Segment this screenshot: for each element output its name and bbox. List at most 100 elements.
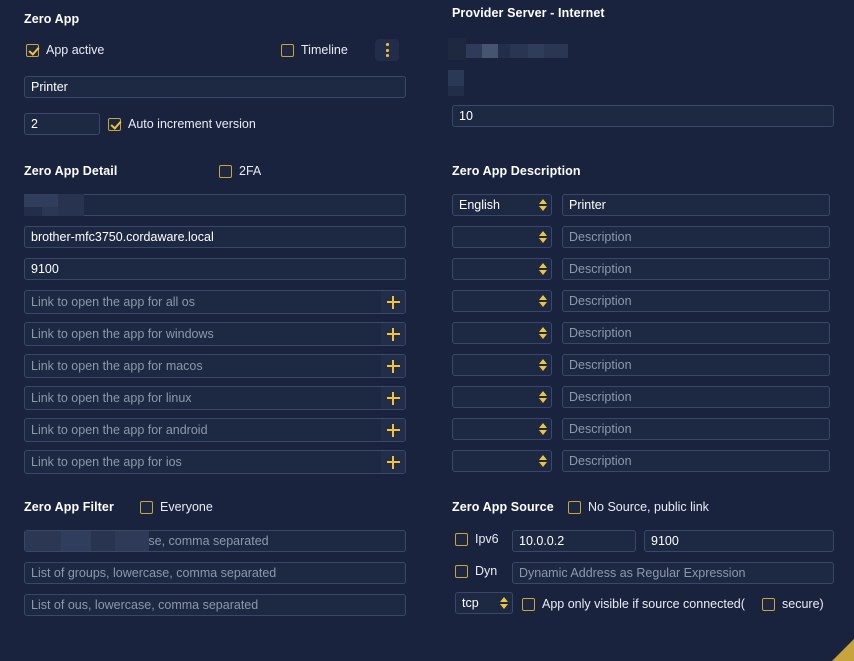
everyone-label: Everyone xyxy=(160,500,213,514)
spinner-arrows-icon[interactable] xyxy=(535,419,551,439)
auto-increment-checkbox[interactable] xyxy=(108,117,121,131)
description-text-input[interactable] xyxy=(562,290,830,312)
plus-icon[interactable] xyxy=(381,323,405,345)
chevron-up-icon xyxy=(539,199,547,204)
detail-port-input[interactable] xyxy=(24,258,406,280)
app-link-row xyxy=(24,322,406,346)
spinner-arrows-icon[interactable] xyxy=(496,593,512,613)
redaction-overlay xyxy=(24,194,84,216)
description-language-value: English xyxy=(459,198,500,212)
description-language-select[interactable] xyxy=(452,258,552,280)
spinner-arrows-icon[interactable] xyxy=(535,227,551,247)
spinner-arrows-icon[interactable] xyxy=(535,355,551,375)
dynamic-address-input[interactable] xyxy=(512,562,834,584)
spinner-arrows-icon[interactable] xyxy=(535,291,551,311)
description-language-select[interactable] xyxy=(452,322,552,344)
dyn-checkbox[interactable] xyxy=(455,564,468,578)
app-link-input[interactable] xyxy=(24,290,406,314)
spinner-arrows-icon[interactable] xyxy=(535,195,551,215)
description-language-select[interactable] xyxy=(452,290,552,312)
spinner-arrows-icon[interactable] xyxy=(535,387,551,407)
only-visible-checkbox[interactable] xyxy=(522,597,535,611)
source-port-input[interactable] xyxy=(644,530,834,552)
everyone-checkbox[interactable] xyxy=(140,500,153,514)
description-row xyxy=(452,226,834,248)
ipv6-checkbox[interactable] xyxy=(455,532,468,546)
app-version-input[interactable] xyxy=(24,113,100,135)
description-text-input[interactable] xyxy=(562,194,830,216)
app-name-input[interactable] xyxy=(24,76,406,98)
chevron-down-icon xyxy=(539,430,547,435)
secure-checkbox[interactable] xyxy=(762,597,775,611)
app-link-row xyxy=(24,386,406,410)
spinner-arrows-icon[interactable] xyxy=(535,323,551,343)
app-link-list xyxy=(24,290,406,482)
description-language-select[interactable] xyxy=(452,226,552,248)
secure-checkbox-row[interactable]: secure) xyxy=(762,597,824,611)
everyone-checkbox-row[interactable]: Everyone xyxy=(140,500,213,514)
app-link-input[interactable] xyxy=(24,418,406,442)
description-row xyxy=(452,322,834,344)
description-text-input[interactable] xyxy=(562,226,830,248)
description-text-input[interactable] xyxy=(562,322,830,344)
kebab-menu-icon[interactable] xyxy=(375,39,399,61)
ipv6-checkbox-row[interactable]: Ipv6 xyxy=(455,532,499,546)
app-link-row xyxy=(24,354,406,378)
description-language-select[interactable] xyxy=(452,418,552,440)
description-language-select[interactable] xyxy=(452,450,552,472)
twofa-checkbox[interactable] xyxy=(219,164,232,178)
auto-increment-checkbox-row[interactable]: Auto increment version xyxy=(108,117,256,131)
description-text-input[interactable] xyxy=(562,354,830,376)
protocol-select[interactable]: tcp xyxy=(455,592,513,614)
no-source-checkbox[interactable] xyxy=(568,500,581,514)
provider-number-input[interactable] xyxy=(452,105,834,127)
app-link-input[interactable] xyxy=(24,354,406,378)
plus-icon[interactable] xyxy=(381,291,405,313)
chevron-up-icon xyxy=(539,455,547,460)
plus-icon[interactable] xyxy=(381,387,405,409)
app-link-input[interactable] xyxy=(24,386,406,410)
no-source-checkbox-row[interactable]: No Source, public link xyxy=(568,500,709,514)
chevron-down-icon xyxy=(539,238,547,243)
app-link-input[interactable] xyxy=(24,322,406,346)
spinner-arrows-icon[interactable] xyxy=(535,259,551,279)
filter-users-field[interactable] xyxy=(24,530,406,552)
timeline-checkbox-row[interactable]: Timeline xyxy=(281,43,348,57)
detail-host-input[interactable] xyxy=(24,226,406,248)
app-link-input[interactable] xyxy=(24,450,406,474)
description-language-select[interactable]: English xyxy=(452,194,552,216)
filter-groups-input[interactable] xyxy=(24,562,406,584)
app-active-checkbox[interactable] xyxy=(26,43,39,57)
plus-icon[interactable] xyxy=(381,355,405,377)
resize-grip[interactable] xyxy=(828,635,854,661)
description-row: English xyxy=(452,194,834,216)
kebab-dot xyxy=(385,54,389,57)
timeline-checkbox[interactable] xyxy=(281,43,294,57)
description-language-select[interactable] xyxy=(452,386,552,408)
app-active-checkbox-row[interactable]: App active xyxy=(26,43,104,57)
chevron-down-icon xyxy=(500,604,508,609)
only-visible-checkbox-row[interactable]: App only visible if source connected( xyxy=(522,597,745,611)
description-row xyxy=(452,418,834,440)
source-address-input[interactable] xyxy=(512,530,636,552)
description-row xyxy=(452,258,834,280)
twofa-checkbox-row[interactable]: 2FA xyxy=(219,164,261,178)
filter-ous-input[interactable] xyxy=(24,594,406,616)
description-language-select[interactable] xyxy=(452,354,552,376)
plus-icon[interactable] xyxy=(381,451,405,473)
chevron-down-icon xyxy=(539,366,547,371)
zero-app-filter-title: Zero App Filter xyxy=(24,500,114,514)
spinner-arrows-icon[interactable] xyxy=(535,451,551,471)
redacted-detail-field[interactable] xyxy=(24,194,406,216)
description-text-input[interactable] xyxy=(562,418,830,440)
chevron-down-icon xyxy=(539,206,547,211)
dyn-checkbox-row[interactable]: Dyn xyxy=(455,564,497,578)
zero-app-header: Zero App xyxy=(24,6,406,32)
plus-icon[interactable] xyxy=(381,419,405,441)
app-link-row xyxy=(24,450,406,474)
redaction-overlay xyxy=(25,531,149,551)
protocol-value: tcp xyxy=(462,596,479,610)
description-text-input[interactable] xyxy=(562,386,830,408)
description-text-input[interactable] xyxy=(562,258,830,280)
description-text-input[interactable] xyxy=(562,450,830,472)
